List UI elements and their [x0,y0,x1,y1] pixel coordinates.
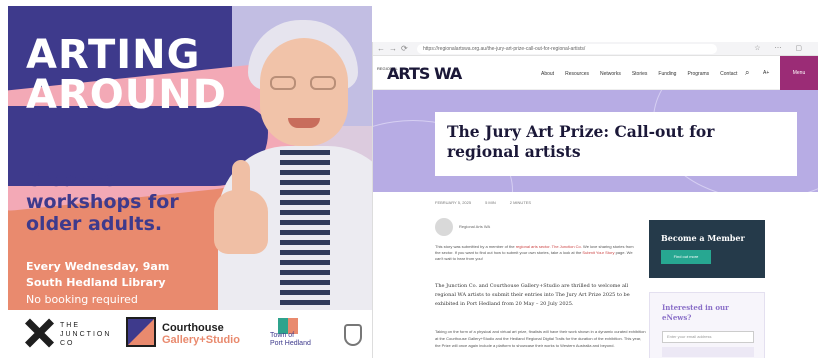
article-title-card: The Jury Art Prize: Call-out for regiona… [435,112,797,176]
forward-icon[interactable]: → [389,44,397,53]
text-size-toggle[interactable]: A+ [763,70,769,76]
menu-button[interactable]: Menu [780,56,818,90]
article-hero: The Jury Art Prize: Call-out for regiona… [373,90,818,192]
nav-item-stories[interactable]: Stories [632,71,648,77]
address-bar[interactable]: https://regionalartswa.org.au/the-jury-a… [417,44,717,54]
nav-item-contact[interactable]: Contact [720,71,737,77]
back-icon[interactable]: ← [377,44,385,53]
avatar [435,218,453,236]
poster-schedule: Every Wednesday, 9am [26,260,170,273]
nav-item-about[interactable]: About [541,71,554,77]
nav-item-networks[interactable]: Networks [600,71,621,77]
search-icon[interactable]: ⌕ [745,68,749,78]
site-header: REGIONAL ARTS WA About Resources Network… [373,56,818,90]
poster-booking-note: No booking required [26,293,138,306]
browser-actions[interactable]: ☆ ⋯ ▢ [754,44,808,52]
meta-date: FEBRUARY 5, 2025 [435,200,472,205]
meta-duration: 2 MINUTES [509,200,532,205]
regional-arts-link[interactable]: regional arts sector [516,244,550,249]
meta-read-time: 5 MIN [485,200,496,205]
author-name[interactable]: Regional Arts WA [459,224,490,229]
find-out-more-button[interactable]: Find out more [661,250,711,264]
site-nav: About Resources Networks Stories Funding… [541,71,737,77]
browser-window: ← → ⟳ https://regionalartswa.org.au/the-… [372,42,818,358]
email-field[interactable]: Enter your email address [662,331,754,343]
article-title: The Jury Art Prize: Call-out for regiona… [447,122,715,161]
browser-toolbar: ← → ⟳ https://regionalartswa.org.au/the-… [373,42,818,56]
submit-story-link[interactable]: Submit Your Story [582,250,614,255]
poster-subtitle: Creative workshops for older adults. [26,169,179,235]
reload-icon[interactable]: ⟳ [401,44,408,53]
nav-item-resources[interactable]: Resources [565,71,589,77]
enews-title: Interested in our eNews? [662,303,729,322]
courthouse-logo-text: Courthouse Gallery+Studio [162,322,240,346]
membership-title: Become a Member [661,233,745,243]
article-paragraph-1: The Junction Co. and Courthouse Gallery+… [435,283,630,307]
article-paragraph-2: Taking on the form of a physical and vir… [435,329,646,348]
submission-notice: This story was submitted by a member of … [435,244,634,261]
poster-logo-strip: THE JUNCTION CO Courthouse Gallery+Studi… [8,310,372,354]
enews-panel: Interested in our eNews? Enter your emai… [649,292,765,358]
courthouse-logo-icon [126,317,156,347]
enews-secondary-field[interactable] [662,347,754,357]
crest-icon [344,324,362,346]
poster-title-line2: AROUND [26,72,227,118]
junction-co-logo-text: THE JUNCTION CO [60,322,112,347]
site-logo[interactable]: ARTS WA [387,64,462,83]
nav-item-funding[interactable]: Funding [658,71,676,77]
port-hedland-logo-text: Town of Port Hedland [270,332,311,347]
arting-around-poster: ARTING AROUND Creative workshops for old… [8,6,372,354]
poster-venue: South Hedland Library [26,276,166,289]
membership-panel: Become a Member Find out more [649,220,765,278]
elderly-woman-thumbs-up-photo [214,20,372,326]
junction-co-logo-icon [24,318,54,348]
nav-item-programs[interactable]: Programs [687,71,709,77]
article-meta: FEBRUARY 5, 2025 5 MIN 2 MINUTES [435,200,531,205]
